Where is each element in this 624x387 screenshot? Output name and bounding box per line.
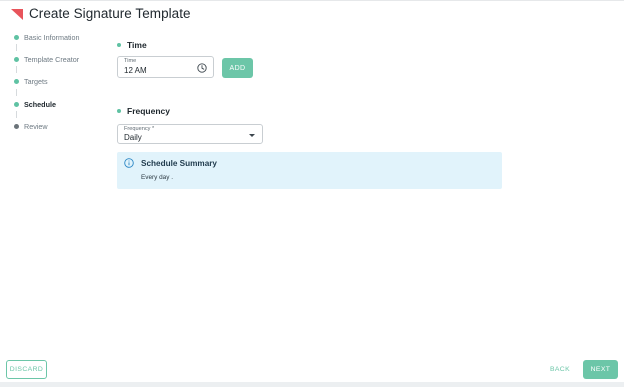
step-connector xyxy=(16,66,17,73)
frequency-section-heading: Frequency xyxy=(117,106,170,116)
time-field[interactable]: Time 12 AM xyxy=(117,56,214,78)
step-label: Review xyxy=(24,121,48,131)
section-dot xyxy=(117,109,121,113)
time-field-value: 12 AM xyxy=(124,66,147,75)
step-completed-dot xyxy=(14,34,19,40)
section-dot xyxy=(117,43,121,47)
step-label: Template Creator xyxy=(24,54,80,64)
bottom-border xyxy=(0,382,624,387)
section-heading-text: Time xyxy=(127,40,147,50)
step-connector xyxy=(16,89,17,96)
brand-logo-icon xyxy=(11,9,23,20)
frequency-field-label: Frequency * xyxy=(124,126,155,132)
step-completed-dot xyxy=(14,56,19,62)
chevron-down-icon xyxy=(249,134,255,137)
summary-text: Every day . xyxy=(141,174,173,181)
step-template-creator[interactable]: Template Creator xyxy=(13,53,79,65)
discard-button[interactable]: DISCARD xyxy=(6,360,47,379)
step-pending-dot xyxy=(14,123,19,129)
step-completed-dot xyxy=(14,78,19,84)
step-active-dot xyxy=(14,101,19,107)
step-label: Basic Information xyxy=(24,32,80,42)
time-section-heading: Time xyxy=(117,40,147,50)
page-title: Create Signature Template xyxy=(29,6,191,21)
step-review[interactable]: Review xyxy=(13,120,48,132)
summary-title: Schedule Summary xyxy=(141,159,217,168)
back-button[interactable]: BACK xyxy=(546,360,574,379)
step-connector xyxy=(16,111,17,118)
header-divider xyxy=(0,0,624,1)
clock-icon[interactable] xyxy=(197,63,207,73)
frequency-selected-value: Daily xyxy=(124,133,142,142)
time-field-label: Time xyxy=(124,58,137,64)
info-icon xyxy=(124,158,134,168)
schedule-summary-panel: Schedule Summary Every day . xyxy=(117,152,502,189)
add-time-button[interactable]: ADD xyxy=(222,58,253,78)
step-label: Schedule xyxy=(24,99,56,109)
step-basic-information[interactable]: Basic Information xyxy=(13,31,80,43)
step-schedule[interactable]: Schedule xyxy=(13,98,56,110)
next-button[interactable]: NEXT xyxy=(583,360,618,379)
step-connector xyxy=(16,44,17,51)
frequency-select[interactable]: Frequency * Daily xyxy=(117,124,263,144)
step-targets[interactable]: Targets xyxy=(13,75,48,87)
step-label: Targets xyxy=(24,76,48,86)
section-heading-text: Frequency xyxy=(127,106,170,116)
